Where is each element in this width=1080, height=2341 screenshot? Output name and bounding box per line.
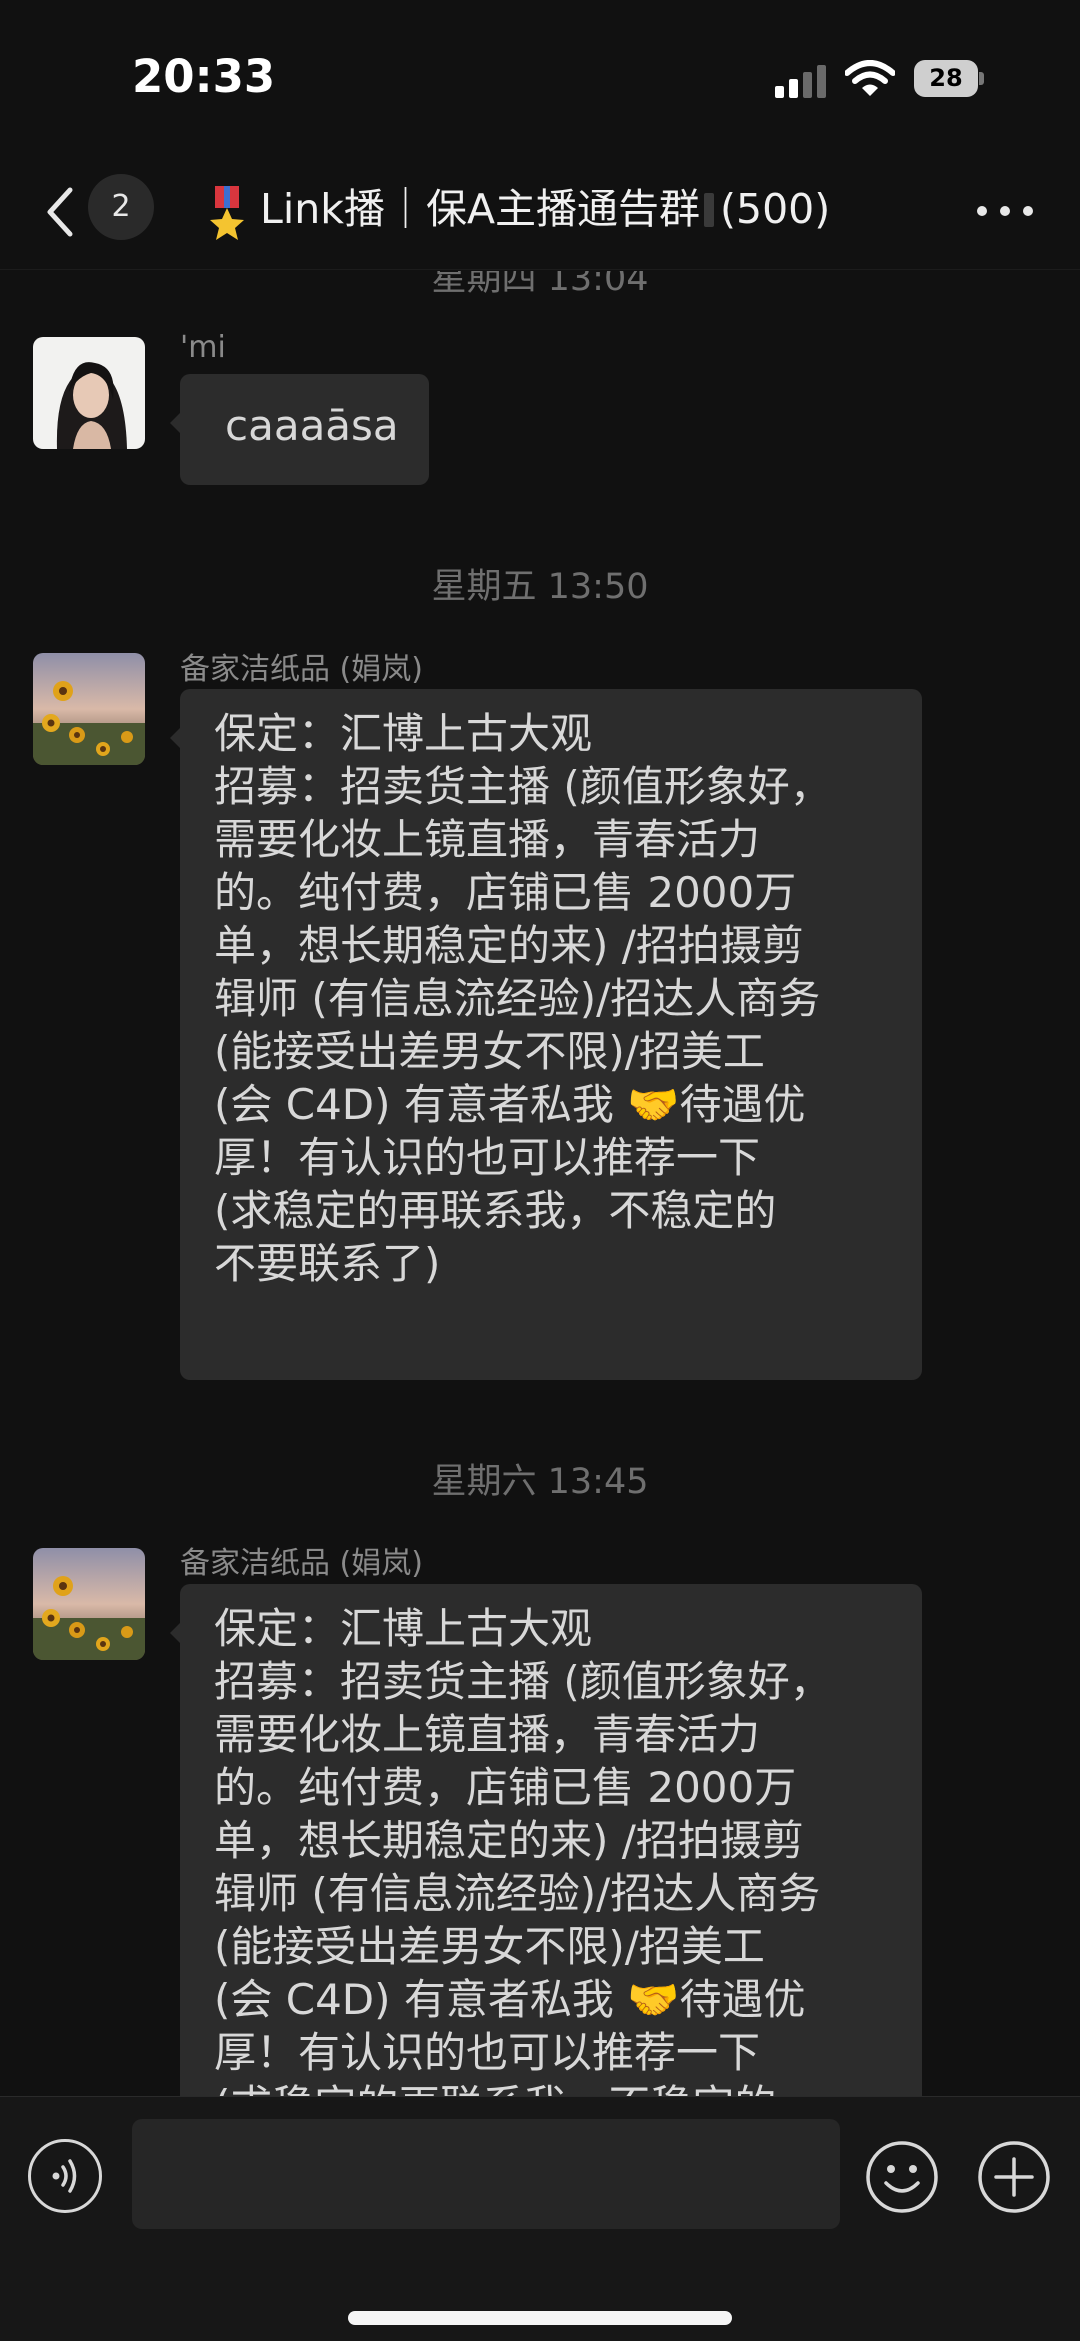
sender-name: 备家洁纸品 (娟岚) <box>180 1546 423 1581</box>
chat-title: Link播｜保A主播通告群 (500) <box>260 184 830 234</box>
message-input[interactable] <box>132 2119 840 2229</box>
timestamp: 星期六 13:45 <box>431 1462 649 1502</box>
avatar-image <box>33 653 145 765</box>
battery-level: 28 <box>914 60 978 97</box>
bubble-tail <box>170 1622 181 1644</box>
avatar[interactable] <box>33 1548 145 1660</box>
input-bar <box>0 2096 1080 2341</box>
plus-icon[interactable] <box>976 2139 1052 2215</box>
chat-title-separator <box>704 193 715 227</box>
chevron-left-icon[interactable] <box>40 182 80 242</box>
member-count: (500) <box>720 185 831 233</box>
more-dots-icon[interactable] <box>975 190 1035 230</box>
status-bar: 20:33 28 <box>0 0 1080 160</box>
home-indicator[interactable] <box>348 2311 732 2325</box>
wifi-icon <box>845 60 895 96</box>
status-time: 20:33 <box>132 50 276 103</box>
message-bubble[interactable]: caaaāsa <box>170 374 429 485</box>
avatar[interactable] <box>33 337 145 449</box>
battery-icon: 28 <box>914 60 984 97</box>
sender-name: 'mi <box>180 330 226 365</box>
chat-title-text: Link播｜保A主播通告群 <box>260 185 701 233</box>
avatar[interactable] <box>33 653 145 765</box>
message-list[interactable]: 星期四 13:04 'mi caaaāsa 星期五 13:50 备家洁纸品 (娟… <box>0 271 1080 2096</box>
partial-timestamp: 星期四 13:04 <box>431 271 649 299</box>
medal-emoji-icon <box>210 186 244 240</box>
emoji-icon[interactable] <box>864 2139 940 2215</box>
bubble-tail <box>170 727 181 749</box>
message-bubble[interactable]: 保定：汇博上古大观 招募：招卖货主播 (颜值形象好， 需要化妆上镜直播，青春活力… <box>170 689 922 1380</box>
message-text: caaaāsa <box>225 401 399 450</box>
voice-waves-icon <box>52 2159 77 2193</box>
sender-name: 备家洁纸品 (娟岚) <box>180 652 423 687</box>
battery-tip <box>979 72 984 85</box>
message-bubble[interactable]: 保定：汇博上古大观 招募：招卖货主播 (颜值形象好， 需要化妆上镜直播，青春活力… <box>170 1584 922 2096</box>
avatar-image <box>33 1548 145 1660</box>
cellular-signal-icon <box>775 64 827 98</box>
chat-header: 2 Link播｜保A主播通告群 (500) <box>0 160 1080 270</box>
message-text: 保定：汇博上古大观 招募：招卖货主播 (颜值形象好， 需要化妆上镜直播，青春活力… <box>214 1604 832 2096</box>
message-text: 保定：汇博上古大观 招募：招卖货主播 (颜值形象好， 需要化妆上镜直播，青春活力… <box>214 709 832 1288</box>
avatar-image <box>33 337 145 449</box>
voice-icon[interactable] <box>28 2139 102 2213</box>
bubble-tail <box>170 412 181 434</box>
timestamp: 星期五 13:50 <box>431 567 649 607</box>
unread-count-badge[interactable]: 2 <box>88 174 154 240</box>
